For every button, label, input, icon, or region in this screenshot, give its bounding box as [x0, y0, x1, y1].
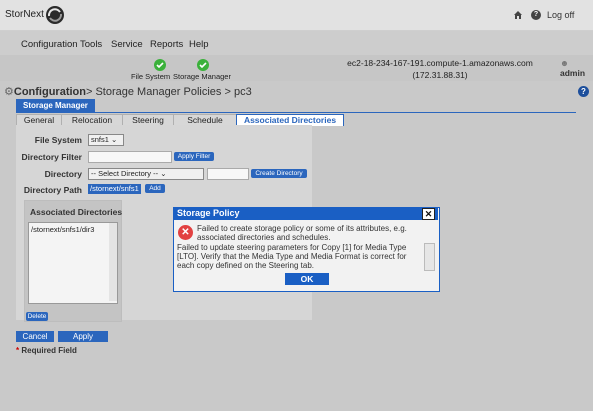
close-icon[interactable]: ✕ — [422, 208, 435, 220]
dialog-scrollbar[interactable] — [424, 243, 435, 271]
dialog-message-primary: Failed to create storage policy or some … — [197, 224, 407, 242]
ok-button[interactable]: OK — [285, 273, 329, 285]
dialog-title: Storage Policy — [173, 207, 438, 220]
error-icon: ✕ — [178, 225, 193, 240]
modal-overlay — [0, 0, 593, 411]
dialog-message-detail: Failed to update steering parameters for… — [177, 243, 407, 270]
